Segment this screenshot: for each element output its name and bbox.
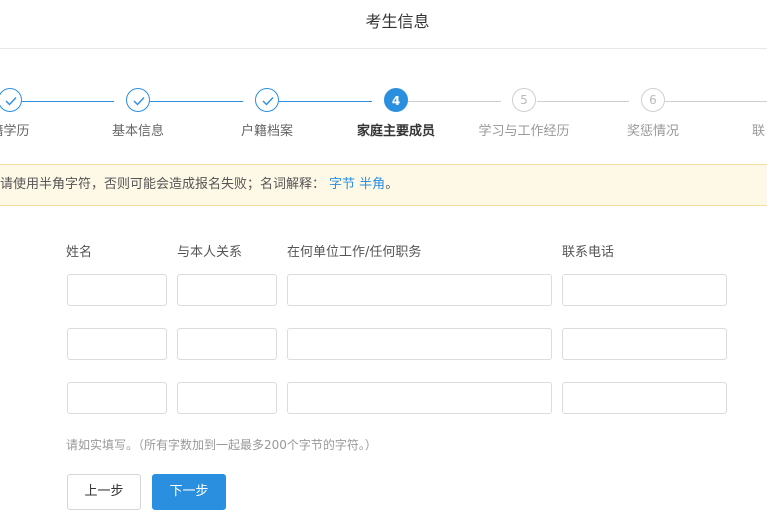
step-4-indicator: 4	[384, 88, 408, 112]
step-2-indicator	[126, 88, 150, 112]
page-title: 考生信息	[365, 12, 430, 31]
notice-end: 。	[385, 177, 399, 192]
phone-input[interactable]	[562, 328, 727, 360]
relation-input[interactable]	[177, 274, 277, 306]
check-icon	[262, 97, 274, 106]
name-input[interactable]	[67, 274, 167, 306]
step-6-label: 奖惩情况	[626, 124, 679, 139]
form-hint: 请如实填写。（所有字数加到一起最多200个字节的字符。）	[66, 438, 377, 452]
notice-link-halfwidth[interactable]: 半角	[359, 177, 385, 192]
step-progress: 籍学历 基本信息 户籍档案 4 家庭主要成员 5 学习与工作经历 6 奖惩情况 …	[0, 88, 767, 148]
notice-banner: 请使用半角字符，否则可能会造成报名失败；名词解释： 字节 半角。	[0, 164, 767, 206]
phone-input[interactable]	[562, 274, 727, 306]
work-input[interactable]	[287, 328, 552, 360]
step-2-label: 基本信息	[111, 124, 164, 139]
column-header-phone: 联系电话	[562, 245, 615, 260]
relation-input[interactable]	[177, 382, 277, 414]
step-6-indicator: 6	[641, 88, 665, 112]
page-header: 考生信息	[0, 0, 767, 49]
phone-input[interactable]	[562, 382, 727, 414]
step-connector	[150, 101, 243, 102]
step-5-indicator: 5	[512, 88, 536, 112]
check-icon	[5, 97, 17, 106]
column-header-relation: 与本人关系	[177, 245, 243, 260]
work-input[interactable]	[287, 274, 552, 306]
column-header-work: 在何单位工作/任何职务	[287, 245, 422, 260]
name-input[interactable]	[67, 382, 167, 414]
step-4-label: 家庭主要成员	[356, 124, 435, 139]
step-3-indicator	[255, 88, 279, 112]
column-header-name: 姓名	[66, 245, 93, 260]
step-connector	[537, 101, 629, 102]
step-connector	[279, 101, 372, 102]
step-5-label: 学习与工作经历	[478, 124, 570, 139]
step-7-label: 联	[752, 124, 766, 139]
next-step-button[interactable]: 下一步	[152, 474, 226, 510]
notice-link-byte[interactable]: 字节	[329, 177, 355, 192]
work-input[interactable]	[287, 382, 552, 414]
check-icon	[133, 97, 145, 106]
notice-text: 请使用半角字符，否则可能会造成报名失败；名词解释：	[0, 177, 326, 192]
step-connector	[665, 101, 767, 102]
step-connector	[408, 101, 501, 102]
step-3-label: 户籍档案	[240, 124, 293, 139]
step-connector	[22, 101, 114, 102]
relation-input[interactable]	[177, 328, 277, 360]
name-input[interactable]	[67, 328, 167, 360]
step-1-indicator	[0, 88, 22, 112]
previous-step-button[interactable]: 上一步	[67, 474, 141, 510]
step-1-label: 籍学历	[0, 124, 30, 139]
